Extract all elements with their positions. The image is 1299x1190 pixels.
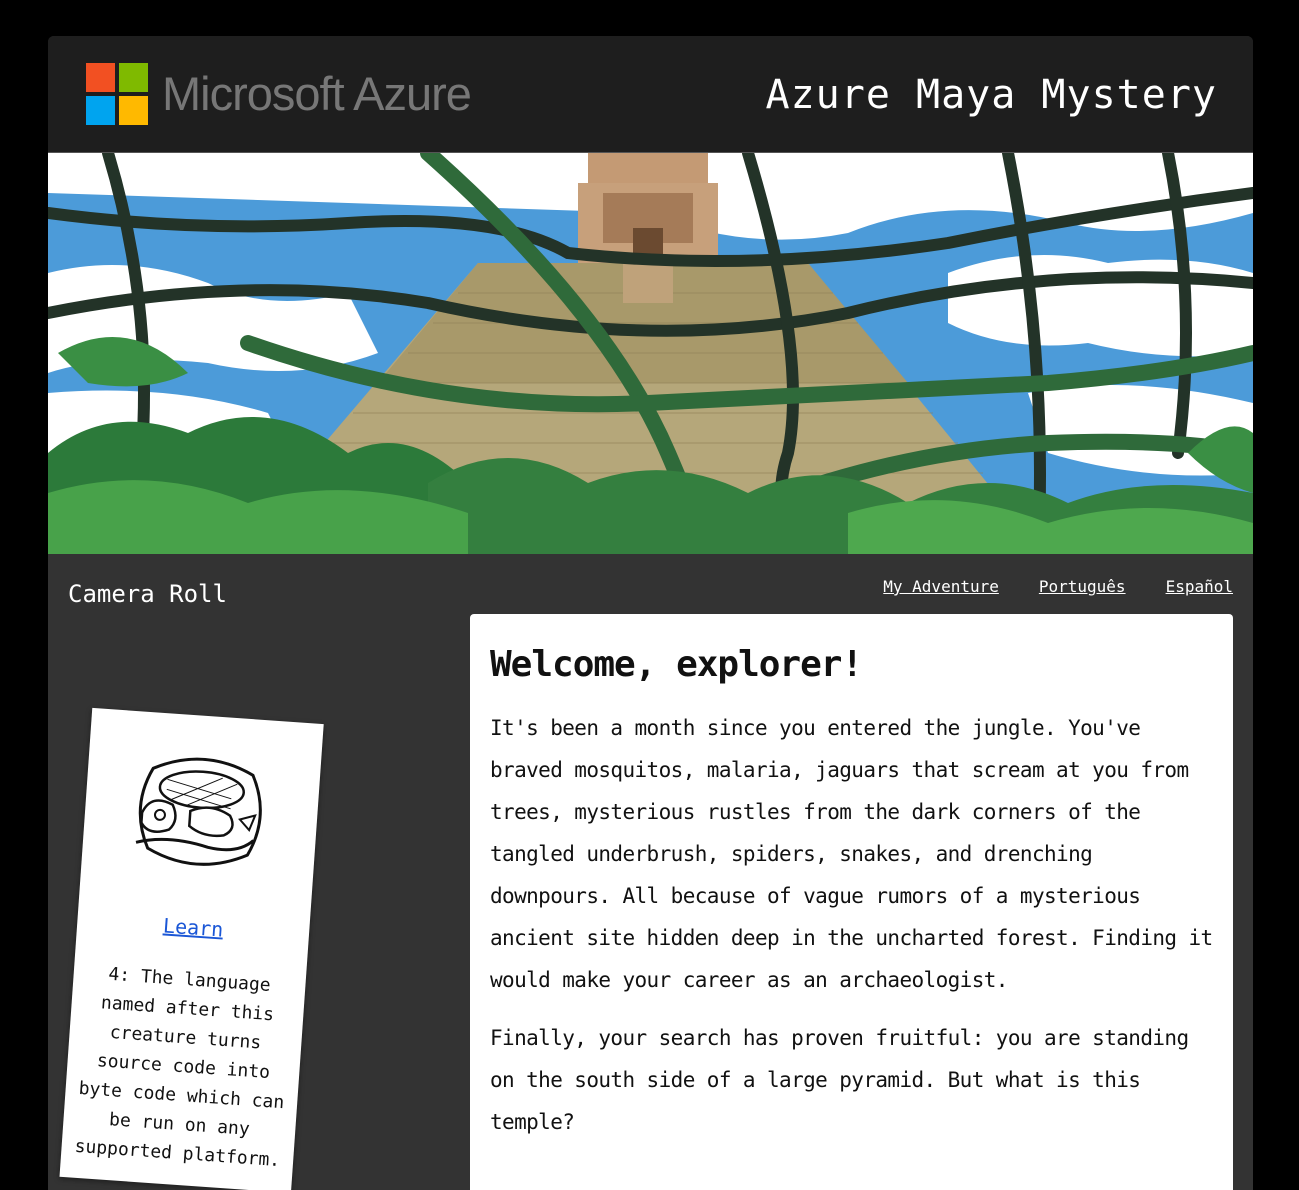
camera-roll-title: Camera Roll <box>68 580 227 608</box>
app-frame: Microsoft Azure Azure Maya Mystery Camer… <box>48 36 1253 1190</box>
jungle-pyramid-illustration <box>48 153 1253 554</box>
nav-link-espanol[interactable]: Español <box>1166 577 1233 596</box>
language-nav: My Adventure Português Español <box>883 577 1233 596</box>
learn-link[interactable]: Learn <box>77 907 310 947</box>
banner-jungle-pyramid <box>48 153 1253 554</box>
maya-glyph-serpent-icon <box>135 757 262 866</box>
welcome-panel: Welcome, explorer! It's been a month sin… <box>470 614 1233 1190</box>
nav-link-my-adventure[interactable]: My Adventure <box>883 577 999 596</box>
intro-paragraph-1: It's been a month since you entered the … <box>490 716 1213 992</box>
welcome-heading: Welcome, explorer! <box>490 644 863 685</box>
clue-text: 4: The language named after this creatur… <box>73 963 285 1172</box>
intro-paragraph-2: Finally, your search has proven fruitful… <box>490 1026 1189 1134</box>
nav-link-portugues[interactable]: Português <box>1039 577 1126 596</box>
site-header: Microsoft Azure Azure Maya Mystery <box>48 36 1253 153</box>
microsoft-logo-icon <box>86 63 148 125</box>
game-title: Azure Maya Mystery <box>765 72 1217 118</box>
brand-wordmark: Microsoft Azure <box>162 67 472 120</box>
camera-roll-card: Learn 4: The language named after this c… <box>59 707 324 1190</box>
